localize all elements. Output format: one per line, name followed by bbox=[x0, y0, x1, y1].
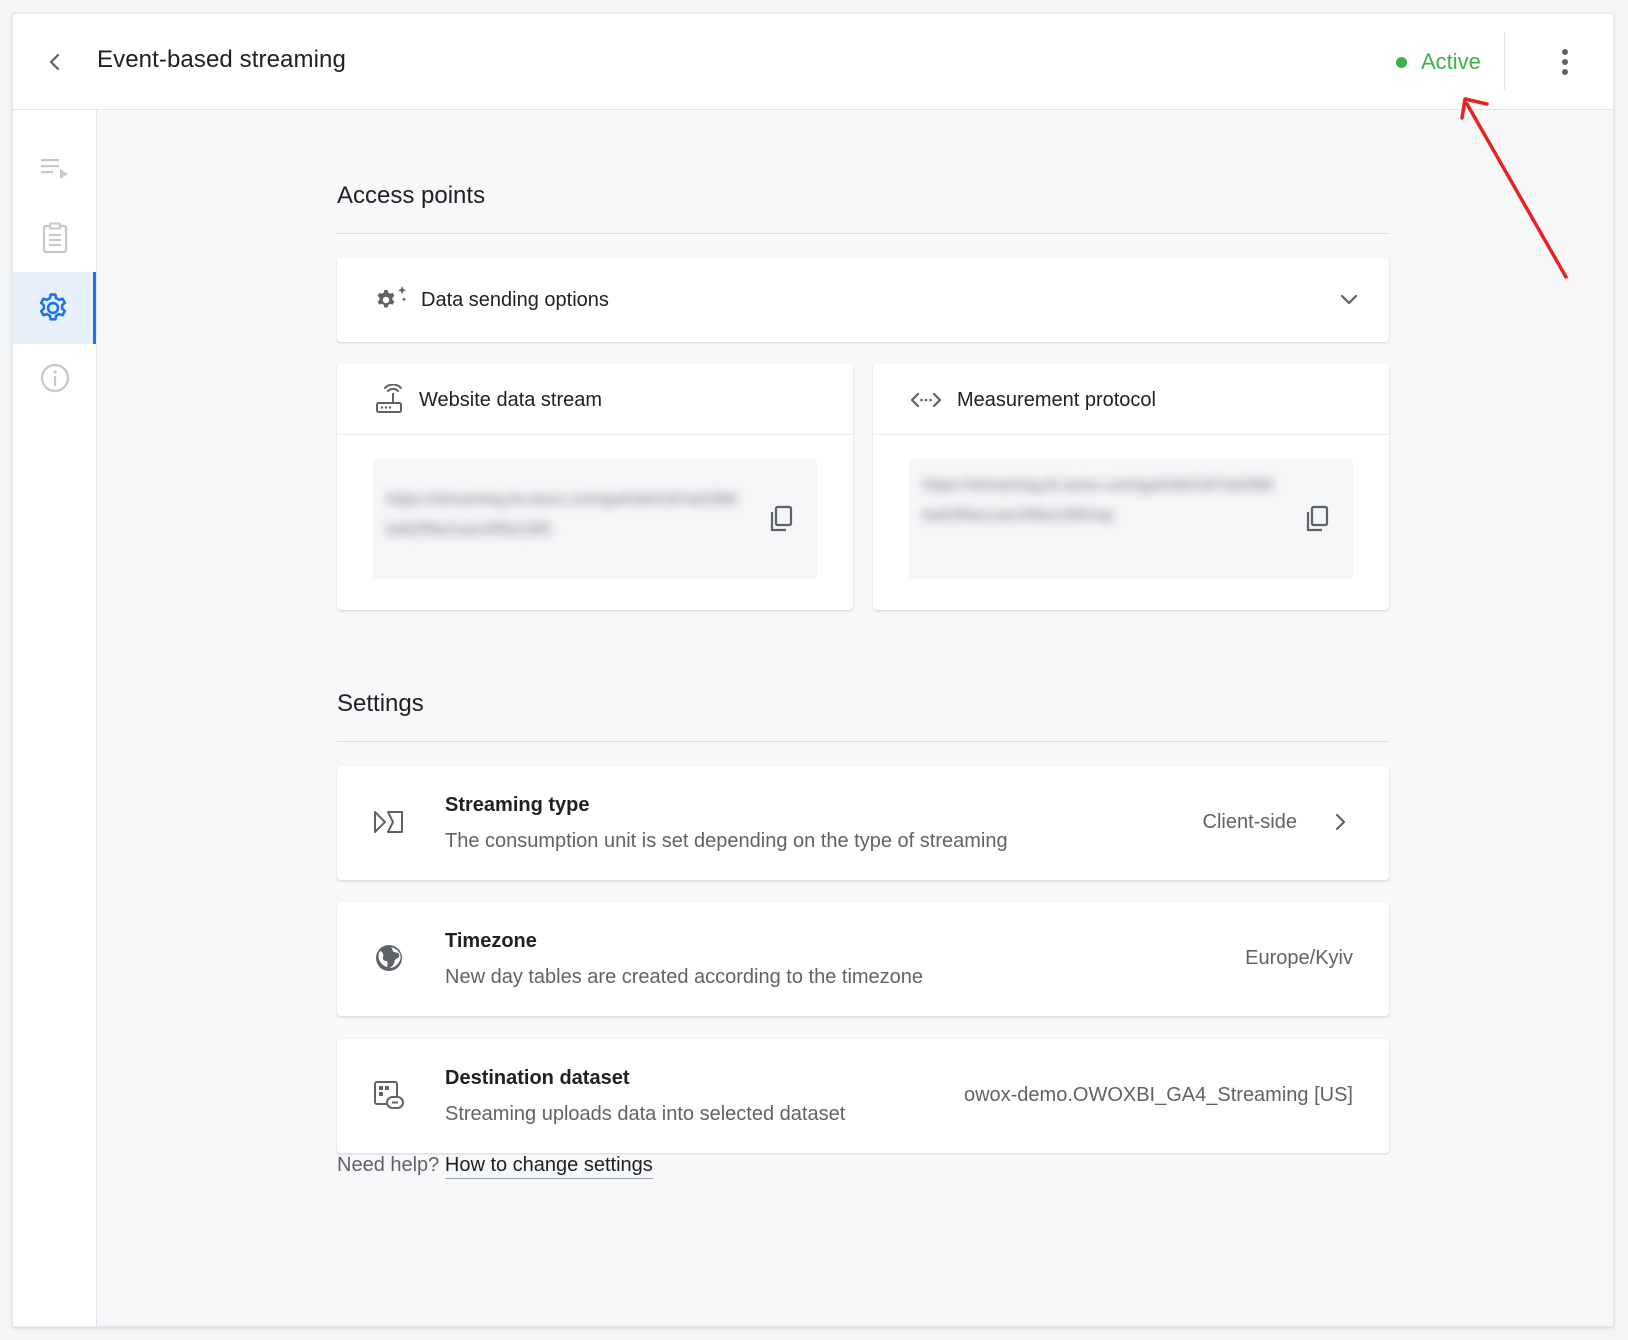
main-content: Access points Data sending options Websi… bbox=[97, 110, 1613, 1326]
app-window: Event-based streaming Active Access poin… bbox=[12, 13, 1614, 1327]
website-data-stream-card: Website data stream https://streaming.bi… bbox=[337, 364, 853, 610]
status-label: Active bbox=[1421, 49, 1481, 74]
setting-row-streaming-type[interactable]: Streaming type The consumption unit is s… bbox=[337, 766, 1389, 880]
destination-dataset-description: Streaming uploads data into selected dat… bbox=[445, 1103, 846, 1125]
status-dot bbox=[1396, 56, 1407, 68]
streaming-type-icon bbox=[374, 811, 403, 833]
section-title-settings: Settings bbox=[337, 690, 424, 717]
chevron-right-icon bbox=[1335, 813, 1346, 831]
sidebar-item-info[interactable] bbox=[13, 342, 96, 414]
measurement-protocol-url-box: https://streaming.bi.owox.com/ga4/de5187… bbox=[909, 459, 1353, 579]
setting-row-destination-dataset: Destination dataset Streaming uploads da… bbox=[337, 1039, 1389, 1153]
destination-dataset-value: owox-demo.OWOXBI_GA4_Streaming [US] bbox=[963, 1084, 1353, 1106]
help-prefix: Need help? bbox=[337, 1154, 440, 1176]
page-title: Event-based streaming bbox=[97, 46, 346, 73]
measurement-protocol-url: https://streaming.bi.owox.com/ga4/de5187… bbox=[923, 477, 1273, 524]
streaming-type-icon-wrap bbox=[371, 804, 407, 840]
back-button[interactable] bbox=[37, 44, 73, 80]
website-data-stream-title: Website data stream bbox=[419, 388, 603, 411]
dataset-icon-wrap bbox=[371, 1077, 407, 1113]
header-bar: Event-based streaming Active bbox=[13, 14, 1613, 110]
more-options-button[interactable] bbox=[1547, 44, 1583, 80]
gear-sparkle-icon bbox=[377, 286, 407, 308]
status-indicator: Active bbox=[1396, 49, 1481, 75]
globe-icon bbox=[376, 945, 402, 971]
help-text: Need help? How to change settings bbox=[337, 1154, 653, 1179]
code-arrows-icon bbox=[910, 392, 942, 408]
card-divider bbox=[873, 434, 1389, 435]
streaming-type-value: Client-side bbox=[1202, 811, 1297, 833]
info-icon bbox=[40, 363, 69, 393]
timezone-description: New day tables are created according to … bbox=[445, 966, 924, 988]
more-vert-icon bbox=[1562, 49, 1568, 75]
measurement-protocol-card: Measurement protocol https://streaming.b… bbox=[873, 364, 1389, 610]
chevron-left-icon bbox=[49, 53, 60, 71]
dataset-link-icon bbox=[374, 1081, 404, 1109]
website-stream-url-box: https://streaming.bi.owox.com/ga4/de5187… bbox=[373, 459, 817, 579]
timezone-title: Timezone bbox=[445, 930, 537, 952]
copy-icon bbox=[1306, 505, 1329, 532]
chevron-down-icon bbox=[1340, 294, 1358, 305]
destination-dataset-title: Destination dataset bbox=[445, 1067, 630, 1089]
sidebar-item-playlist[interactable] bbox=[13, 132, 96, 204]
copy-icon bbox=[770, 505, 793, 532]
playlist-play-icon bbox=[40, 159, 68, 179]
website-stream-url: https://streaming.bi.owox.com/ga4/de5187… bbox=[387, 491, 737, 538]
how-to-change-settings-link[interactable]: How to change settings bbox=[444, 1154, 653, 1179]
setting-row-timezone: Timezone New day tables are created acco… bbox=[337, 902, 1389, 1016]
data-sending-options-accordion[interactable]: Data sending options bbox=[337, 258, 1389, 342]
streaming-type-title: Streaming type bbox=[445, 794, 590, 816]
timezone-value: Europe/Kyiv bbox=[1245, 947, 1353, 969]
measurement-protocol-title: Measurement protocol bbox=[957, 388, 1156, 411]
copy-measurement-url-button[interactable] bbox=[1301, 503, 1333, 535]
clipboard-icon bbox=[42, 222, 67, 254]
streaming-type-description: The consumption unit is set depending on… bbox=[445, 830, 1008, 852]
sidebar bbox=[13, 110, 97, 1326]
sidebar-item-clipboard[interactable] bbox=[13, 202, 96, 274]
gear-icon bbox=[39, 293, 67, 321]
card-divider bbox=[337, 434, 853, 435]
section-divider bbox=[337, 741, 1389, 742]
data-sending-options-label: Data sending options bbox=[421, 288, 609, 311]
router-icon bbox=[376, 384, 402, 413]
section-divider bbox=[337, 233, 1389, 234]
section-title-access-points: Access points bbox=[337, 182, 486, 209]
sidebar-item-settings[interactable] bbox=[13, 272, 96, 344]
copy-website-url-button[interactable] bbox=[765, 503, 797, 535]
timezone-icon-wrap bbox=[371, 940, 407, 976]
header-divider bbox=[1504, 32, 1505, 90]
